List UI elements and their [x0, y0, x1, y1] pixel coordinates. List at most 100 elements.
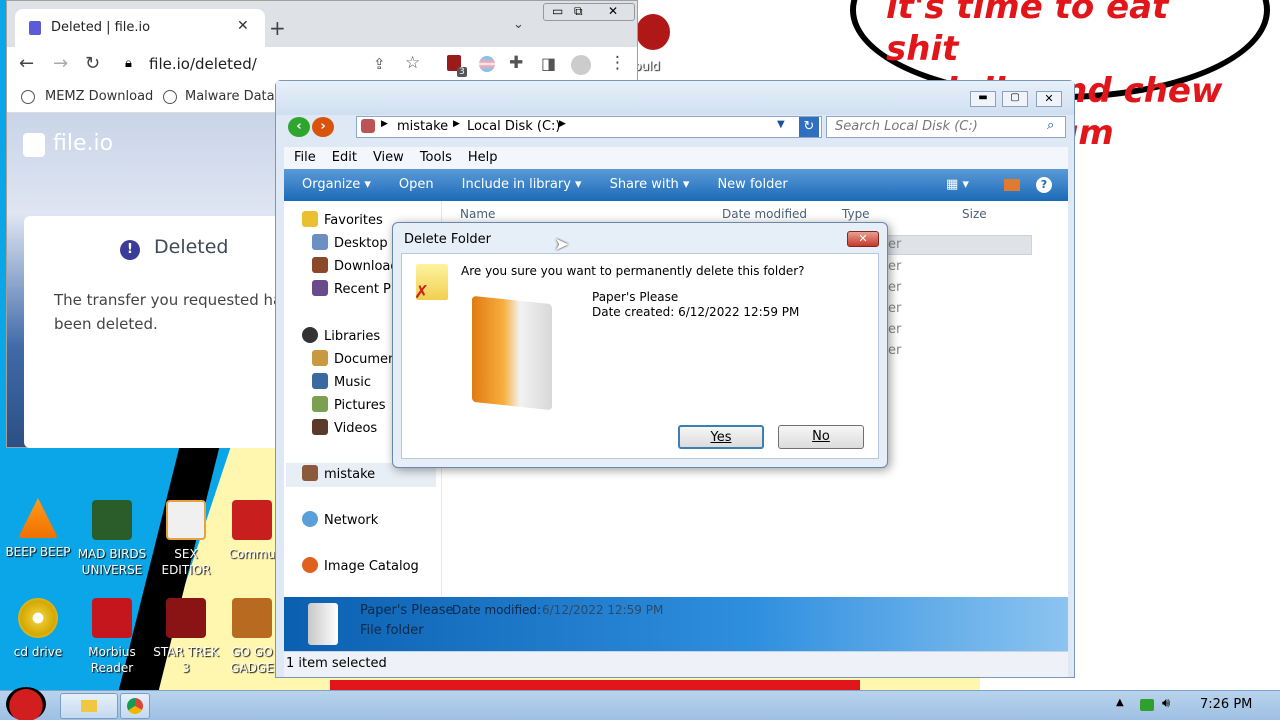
details-date-value: 6/12/2022 12:59 PM: [542, 603, 664, 617]
share-with-button[interactable]: Share with ▾: [610, 169, 690, 201]
chrome-window-controls: ▭ ⧉ ✕: [543, 3, 635, 21]
desktop-icon-morbius-reader[interactable]: Morbius Reader: [74, 598, 150, 676]
desktop-icon-go-go-gadget[interactable]: GO GO GADGE: [222, 598, 282, 676]
desktop-icon-star-trek[interactable]: STAR TREK 3: [148, 598, 224, 676]
open-button[interactable]: Open: [399, 169, 434, 201]
nav-label: Music: [334, 375, 371, 390]
breadcrumb-arrow-icon: ▶: [559, 119, 566, 129]
red-x-icon: ✗: [414, 282, 430, 303]
back-arrow-icon[interactable]: ←: [19, 53, 34, 74]
column-type[interactable]: Type: [842, 207, 870, 221]
desktop-icon-ould[interactable]: ould: [634, 58, 674, 74]
deleted-title: Deleted: [154, 236, 229, 258]
puzzle-extensions-icon[interactable]: ✚: [509, 53, 523, 73]
nav-image-catalog[interactable]: Image Catalog: [302, 555, 419, 578]
organize-button[interactable]: Organize ▾: [302, 169, 371, 201]
yes-button[interactable]: Yes: [678, 425, 764, 449]
search-icon[interactable]: ⌕: [1047, 118, 1054, 133]
nav-label: Videos: [334, 421, 378, 436]
reload-icon[interactable]: ↻: [85, 53, 100, 74]
new-tab-icon[interactable]: +: [269, 16, 286, 40]
chrome-menu-icon[interactable]: ⋮: [609, 53, 626, 73]
column-date-modified[interactable]: Date modified: [722, 207, 807, 221]
search-box[interactable]: Search Local Disk (C:) ⌕: [826, 116, 1066, 138]
explorer-close-icon[interactable]: ✕: [1036, 91, 1062, 107]
clock[interactable]: 7:26 PM: [1200, 697, 1252, 712]
menu-bar: File Edit View Tools Help: [284, 147, 1068, 169]
minimize-icon[interactable]: ▭: [552, 4, 563, 18]
forward-arrow-icon[interactable]: ›: [312, 117, 334, 137]
selected-row-highlight[interactable]: [884, 235, 1032, 255]
folder-icon: [81, 700, 97, 712]
address-dropdown-icon[interactable]: ▼: [777, 119, 785, 130]
restore-icon[interactable]: ⧉: [574, 4, 583, 19]
menu-help[interactable]: Help: [468, 147, 498, 169]
tab-search-chevron-icon[interactable]: ⌄: [513, 17, 524, 32]
details-date-label: Date modified:: [452, 603, 542, 617]
menu-edit[interactable]: Edit: [332, 147, 357, 169]
tab-close-icon[interactable]: ✕: [237, 18, 249, 34]
flag-extension-icon[interactable]: [479, 56, 495, 72]
hxd-icon: [166, 500, 206, 540]
no-button[interactable]: No: [778, 425, 864, 449]
breadcrumb-local-disk[interactable]: Local Disk (C:): [467, 119, 560, 134]
cd-icon: [18, 598, 58, 638]
view-options-icon[interactable]: ▦ ▾: [946, 177, 969, 192]
desktop-icon-mad-birds[interactable]: MAD BIRDS UNIVERSE: [74, 500, 150, 578]
taskbar-chrome-button[interactable]: [120, 693, 150, 719]
desktop-icon-cd-drive[interactable]: cd drive: [0, 598, 76, 660]
help-icon[interactable]: ?: [1036, 177, 1052, 193]
profile-avatar-icon[interactable]: [571, 55, 591, 75]
explorer-minimize-icon[interactable]: ▬: [970, 91, 996, 107]
address-bar[interactable]: file.io/deleted/: [149, 55, 257, 73]
column-size[interactable]: Size: [962, 207, 987, 221]
side-panel-icon[interactable]: ◨: [541, 54, 556, 73]
close-icon[interactable]: ✕: [608, 4, 618, 18]
type-cell: er: [888, 280, 902, 295]
preview-pane-icon[interactable]: [1004, 179, 1020, 191]
address-bar[interactable]: ▶ mistake ▶ Local Disk (C:) ▶ ▼ ↻: [356, 116, 822, 138]
desktop-icon-commu[interactable]: Commu: [222, 500, 282, 562]
chrome-tab[interactable]: Deleted | file.io ✕: [15, 9, 265, 47]
documents-icon: [312, 350, 328, 366]
nav-label: Image Catalog: [324, 559, 419, 574]
details-pane: Paper's Please Date modified: 6/12/2022 …: [284, 597, 1068, 651]
nav-network[interactable]: Network: [302, 509, 378, 532]
explorer-maximize-icon[interactable]: ▢: [1002, 91, 1028, 107]
start-button-angry-bird-icon[interactable]: [6, 687, 46, 720]
dialog-close-icon[interactable]: ✕: [847, 231, 879, 247]
menu-view[interactable]: View: [373, 147, 404, 169]
back-arrow-icon[interactable]: ‹: [288, 117, 310, 137]
breadcrumb-mistake[interactable]: mistake: [397, 119, 448, 134]
bookmark-star-icon[interactable]: ☆: [405, 53, 420, 73]
bubble-line: it's time to eat shit: [886, 0, 1169, 69]
menu-tools[interactable]: Tools: [420, 147, 452, 169]
fileio-logo-text: file.io: [53, 131, 114, 156]
angry-bird-desktop-icon[interactable]: [636, 14, 670, 50]
lock-icon[interactable]: 🔒︎: [125, 56, 132, 71]
include-in-library-button[interactable]: Include in library ▾: [462, 169, 582, 201]
desktop-icon-sex-editior[interactable]: SEX EDITIOR: [148, 500, 224, 578]
mouse-cursor-icon: ➤: [554, 234, 570, 255]
menu-file[interactable]: File: [294, 147, 316, 169]
refresh-icon[interactable]: ↻: [799, 117, 819, 137]
desktop-icon-label: Morbius Reader: [88, 645, 136, 675]
chrome-icon: [127, 698, 143, 714]
details-kind: File folder: [360, 623, 424, 638]
new-folder-button[interactable]: New folder: [717, 169, 787, 201]
desktop-icon-beep-beep[interactable]: BEEP BEEP: [0, 498, 76, 560]
column-name[interactable]: Name: [460, 207, 495, 221]
tray-expand-icon[interactable]: ▲: [1116, 697, 1124, 708]
share-icon[interactable]: ⇪: [373, 55, 386, 73]
angry-bird-icon: [92, 500, 132, 540]
tray-network-icon[interactable]: [1140, 699, 1154, 711]
command-bar: Organize ▾ Open Include in library ▾ Share …: [284, 169, 1068, 201]
dialog-question: Are you sure you want to permanently del…: [461, 264, 805, 278]
taskbar-explorer-button[interactable]: [60, 693, 118, 719]
forward-arrow-icon[interactable]: →: [53, 53, 68, 74]
tray-volume-icon[interactable]: 🔊︎: [1162, 696, 1170, 711]
chrome-toolbar: ← → ↻ 🔒︎ file.io/deleted/ ⇪ ☆ 3 ✚ ◨ ⋮: [7, 47, 637, 83]
bookmark-memz[interactable]: MEMZ Download: [45, 89, 153, 104]
desktop-icon-label: GO GO GADGE: [230, 645, 274, 675]
vlc-cone-icon: [18, 498, 58, 538]
